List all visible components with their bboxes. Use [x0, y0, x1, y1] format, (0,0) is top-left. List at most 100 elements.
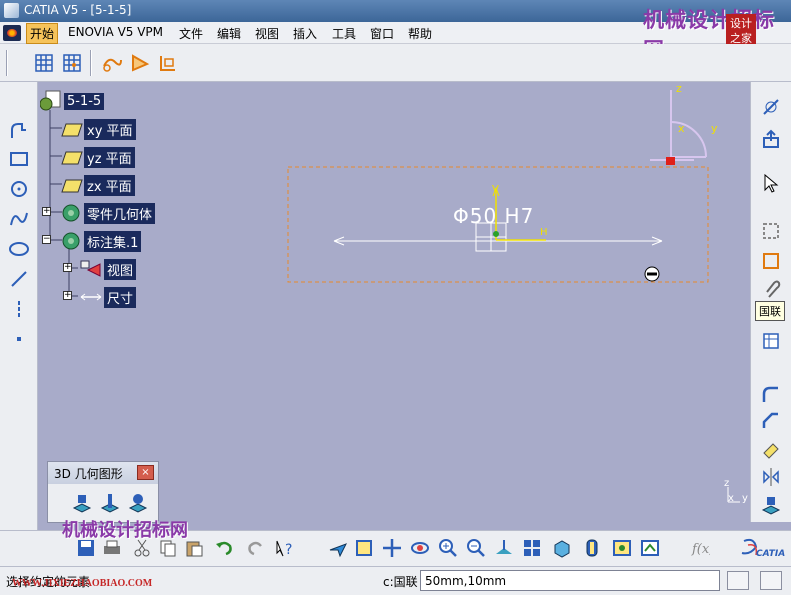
- axis-icon[interactable]: [5, 296, 33, 322]
- catia-brand-text: CATIA: [756, 549, 786, 559]
- sketcher-icon[interactable]: [757, 94, 785, 120]
- plane-icon: [61, 151, 83, 164]
- collapse-toggle[interactable]: −: [42, 235, 51, 244]
- hide-show-icon[interactable]: [610, 536, 634, 560]
- tree-item-label: 标注集.1: [84, 230, 142, 252]
- geometric-constraint-icon[interactable]: [757, 248, 785, 274]
- animate-constraint-icon[interactable]: [128, 51, 152, 75]
- tree-item-label: 零件几何体: [84, 202, 156, 224]
- watermark-bottom: 机械设计招标网: [62, 520, 188, 541]
- silhouette-3d-icon[interactable]: [124, 490, 152, 516]
- tree-item-zx-plane[interactable]: zx 平面: [60, 175, 135, 196]
- catia-logo-icon[interactable]: [3, 25, 21, 41]
- status-prompt: c:国联: [383, 575, 418, 589]
- corner-icon[interactable]: [757, 382, 785, 408]
- fit-all-icon[interactable]: [352, 536, 376, 560]
- tree-item-xy-plane[interactable]: xy 平面: [60, 119, 136, 140]
- 3d-geometry-panel: 3D 几何图形 ×: [47, 461, 159, 523]
- shading-icon[interactable]: [580, 536, 604, 560]
- swap-visible-space-icon[interactable]: [638, 536, 662, 560]
- tooltip: 国联: [755, 301, 785, 321]
- mirror-icon[interactable]: [757, 464, 785, 490]
- tree-item-label: xy 平面: [84, 119, 136, 140]
- whats-this-icon[interactable]: ?: [272, 536, 296, 560]
- menu-enovia[interactable]: ENOVIA V5 VPM: [65, 25, 166, 39]
- menu-window[interactable]: 窗口: [367, 25, 397, 42]
- zoom-out-icon[interactable]: [464, 536, 488, 560]
- grid-icon[interactable]: [32, 51, 56, 75]
- tree-root[interactable]: 5-1-5: [40, 90, 105, 112]
- watermark-bottom-url: WWW.JIXIEZHAOBIAO.COM: [12, 578, 153, 589]
- zoom-in-icon[interactable]: [436, 536, 460, 560]
- menu-tools[interactable]: 工具: [329, 25, 359, 42]
- command-input[interactable]: [420, 570, 720, 591]
- dimension-icon[interactable]: [156, 51, 180, 75]
- redo-icon[interactable]: [244, 536, 268, 560]
- construction-icon[interactable]: [757, 218, 785, 244]
- axis-label-h: H: [540, 227, 548, 238]
- menu-help[interactable]: 帮助: [405, 25, 435, 42]
- pan-icon[interactable]: [380, 536, 404, 560]
- app-icon: [4, 3, 19, 18]
- expand-toggle[interactable]: +: [42, 207, 51, 216]
- eraser-icon[interactable]: [757, 436, 785, 462]
- snap-grid-icon[interactable]: [60, 51, 84, 75]
- toolbar-separator: [90, 50, 92, 76]
- plane-icon: [61, 123, 83, 136]
- menu-view[interactable]: 视图: [252, 25, 282, 42]
- chamfer-icon[interactable]: [757, 408, 785, 434]
- left-toolbar: [0, 82, 38, 542]
- tree-item-part-body[interactable]: 零件几何体: [60, 202, 156, 224]
- axis-label-v: V: [492, 184, 499, 195]
- annotation-set-icon: [62, 232, 80, 250]
- menu-file[interactable]: 文件: [176, 25, 206, 42]
- project-3d-icon[interactable]: [757, 492, 785, 518]
- ellipse-icon[interactable]: [5, 236, 33, 262]
- panel-close-button[interactable]: ×: [137, 465, 154, 480]
- profile-icon[interactable]: [5, 118, 33, 144]
- circle-icon[interactable]: [5, 176, 33, 202]
- menu-insert[interactable]: 插入: [290, 25, 320, 42]
- intersect-3d-icon[interactable]: [96, 490, 124, 516]
- watermark-seal: 设计之家: [726, 14, 756, 48]
- project-3d-elements-icon[interactable]: [68, 490, 96, 516]
- tree-item-annotation-set[interactable]: 标注集.1: [60, 230, 142, 252]
- multi-view-icon[interactable]: [520, 536, 544, 560]
- toolbar-separator: [6, 50, 8, 76]
- panel-title: 3D 几何图形: [54, 467, 123, 481]
- svg-text:f(x): f(x): [691, 542, 710, 557]
- exit-workbench-icon[interactable]: [757, 126, 785, 152]
- formula-icon[interactable]: f(x): [688, 536, 712, 560]
- menu-edit[interactable]: 编辑: [214, 25, 244, 42]
- tree-item-yz-plane[interactable]: yz 平面: [60, 147, 135, 168]
- undo-icon[interactable]: [212, 536, 236, 560]
- tree-item-dimensions[interactable]: 尺寸: [78, 286, 137, 308]
- dimension-text[interactable]: Φ50 H7: [453, 204, 534, 228]
- expand-toggle[interactable]: +: [63, 291, 72, 300]
- status-toggle-button[interactable]: [727, 571, 749, 590]
- table-constraint-icon[interactable]: [757, 328, 785, 354]
- status-options-button[interactable]: [760, 571, 782, 590]
- viewport-canvas: [49, 90, 740, 503]
- paperclip-icon[interactable]: [757, 276, 785, 302]
- tree-item-label: yz 平面: [84, 147, 135, 168]
- menu-start[interactable]: 开始: [26, 23, 59, 44]
- fly-mode-icon[interactable]: [326, 536, 350, 560]
- spline-icon[interactable]: [5, 206, 33, 232]
- normal-view-icon[interactable]: [492, 536, 516, 560]
- rotate-icon[interactable]: [408, 536, 432, 560]
- select-arrow-icon[interactable]: [757, 170, 785, 196]
- line-icon[interactable]: [5, 266, 33, 292]
- tree-item-label: 视图: [104, 258, 137, 280]
- dimension-icon: [80, 293, 102, 301]
- point-icon[interactable]: [5, 326, 33, 352]
- compass-label-y: y: [711, 122, 718, 135]
- iso-view-icon[interactable]: [550, 536, 574, 560]
- rectangle-icon[interactable]: [5, 146, 33, 172]
- panel-header[interactable]: 3D 几何图形 ×: [48, 462, 158, 484]
- tree-item-views[interactable]: 视图: [78, 258, 137, 280]
- view-icon: [80, 260, 101, 277]
- expand-toggle[interactable]: +: [63, 263, 72, 272]
- 3d-viewport[interactable]: 5-1-5 xy 平面 yz 平面 zx 平面 + 零件几何体 − 标注集.1 …: [38, 82, 750, 522]
- constraint-icon[interactable]: [100, 51, 124, 75]
